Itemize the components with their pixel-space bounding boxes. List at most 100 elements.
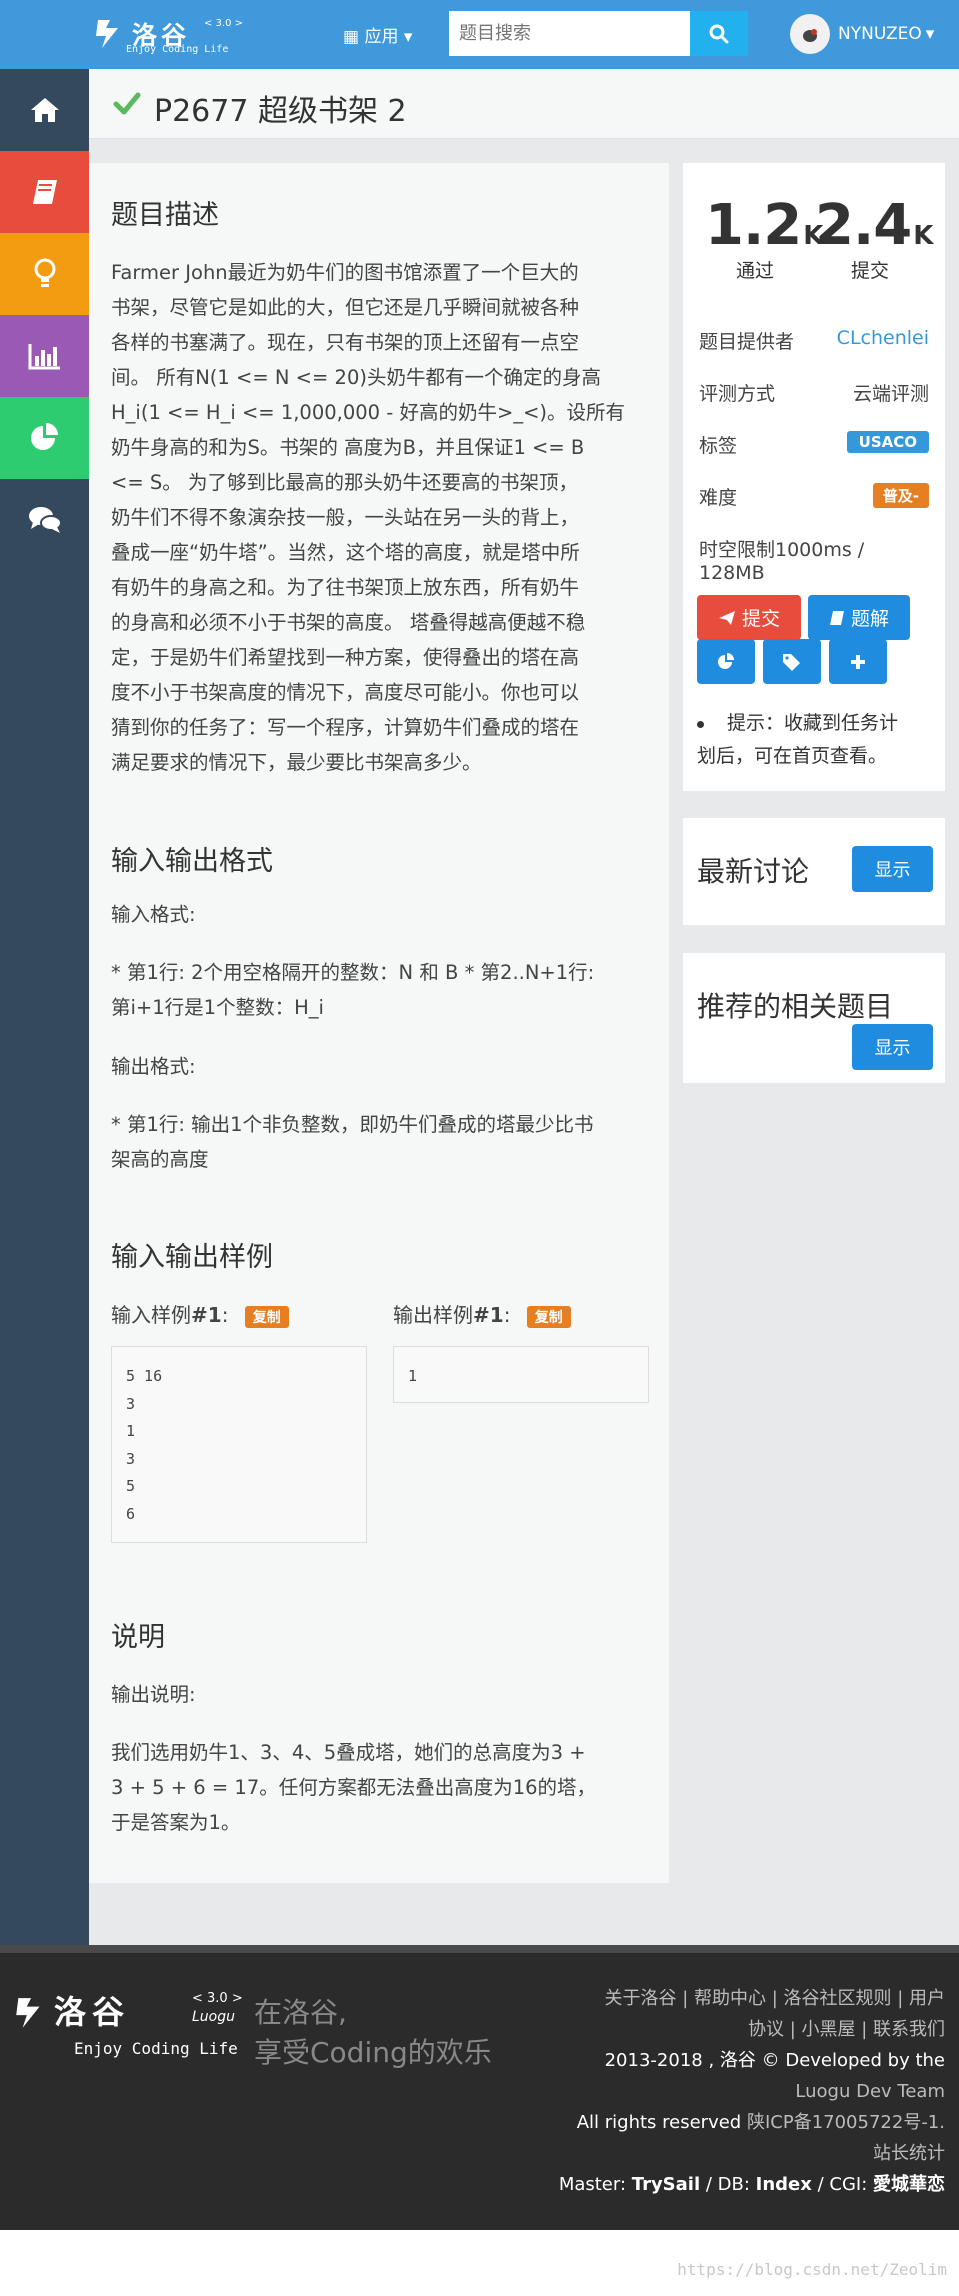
footer-links-line[interactable]: 协议 | 小黑屋 | 联系我们	[559, 2014, 945, 2045]
difficulty-badge[interactable]: 普及-	[872, 483, 929, 508]
caret-down-icon: ▾	[403, 27, 413, 47]
avatar	[790, 14, 830, 54]
output-sample-box[interactable]: 1	[393, 1346, 649, 1403]
description-line: 叠成一座“奶牛塔”。当然，这个塔的高度，就是塔中所	[111, 541, 580, 564]
samples-heading: 输入输出样例	[111, 1242, 273, 1273]
master-name: TrySail	[631, 2174, 701, 2195]
paper-plane-icon	[718, 610, 735, 625]
description-text: Farmer John最近为奶牛们的图书馆添置了一个巨大的 书架，尽管它是如此的…	[111, 255, 651, 780]
bullet-icon	[697, 721, 704, 728]
bar-chart-icon	[28, 344, 60, 370]
icp-link[interactable]: 陕ICP备17005722号-1.	[747, 2112, 945, 2133]
description-line: 各样的书塞满了。现在，只有书架的顶上还留有一点空	[111, 331, 580, 354]
description-line: Farmer John最近为奶牛们的图书馆添置了一个巨大的	[111, 261, 579, 284]
logo-version: < 3.0 >	[204, 18, 244, 29]
passed-count: 1.2	[705, 193, 802, 258]
sidebar-item-home[interactable]	[0, 69, 89, 151]
judge-value: 云端评测	[852, 383, 929, 405]
master-prefix: Master:	[558, 2174, 632, 2195]
book-icon	[829, 610, 844, 625]
search-icon	[709, 24, 729, 43]
home-icon	[30, 98, 59, 122]
explanation-line: 3 + 5 + 6 = 17。任何方案都无法叠出高度为16的塔，	[111, 1776, 597, 1799]
search-input[interactable]	[449, 11, 690, 56]
book-icon	[32, 180, 57, 204]
app-menu-label: 应用	[364, 27, 399, 47]
submitted-stat: 2.4K 提交	[815, 193, 933, 283]
description-line: 度不小于书架高度的情况下，高度尽可能小。你也可以	[111, 681, 580, 704]
output-format-line: 架高的高度	[111, 1148, 209, 1171]
related-show-button[interactable]: 显示	[852, 1024, 933, 1070]
cubes-icon: ▦	[343, 27, 360, 47]
copy-output-button[interactable]: 复制	[526, 1305, 571, 1328]
app-menu-dropdown[interactable]: ▦ 应用 ▾	[343, 22, 412, 47]
limit-text: 时空限制1000ms / 128MB	[699, 539, 865, 584]
caret-down-icon: ▾	[925, 24, 935, 44]
io-format-heading: 输入输出格式	[111, 846, 273, 877]
sidebar-item-ideas[interactable]	[0, 233, 89, 315]
submitted-count: 2.4	[815, 193, 912, 258]
description-line: 定，于是奶牛们希望找到一种方案，使得叠出的塔在高	[111, 646, 580, 669]
submitted-label: 提交	[850, 260, 889, 282]
explanation-text: 我们选用奶牛1、3、4、5叠成塔，她们的总高度为3 + 3 + 5 + 6 = …	[111, 1735, 651, 1840]
explanation-heading: 说明	[111, 1622, 165, 1653]
output-format-text: * 第1行: 输出1个非负整数，即奶牛们叠成的塔最少比书 架高的高度	[111, 1107, 651, 1177]
pie-chart-icon	[30, 423, 58, 450]
passed-label: 通过	[735, 260, 774, 282]
discussion-title: 最新讨论	[697, 855, 810, 888]
logo-mark-icon	[96, 20, 118, 48]
judge-row: 评测方式 云端评测	[699, 379, 929, 406]
provider-row: 题目提供者 CLchenlei	[699, 327, 929, 354]
passed-stat: 1.2K 通过	[705, 193, 823, 283]
tip-text: 提示：收藏到任务计 划后，可在首页查看。	[697, 707, 937, 773]
check-icon	[113, 92, 141, 115]
stats-button[interactable]	[697, 639, 755, 684]
logo-tagline: Enjoy Coding Life	[126, 44, 229, 55]
submitted-unit: K	[913, 221, 933, 251]
sidebar-item-records[interactable]	[0, 397, 89, 479]
luogu-logo[interactable]: 洛谷 < 3.0 > Enjoy Coding Life	[92, 10, 252, 60]
pie-chart-icon	[718, 652, 734, 669]
cgi-prefix: / CGI:	[811, 2174, 873, 2195]
discussion-show-button[interactable]: 显示	[852, 846, 933, 892]
rights-line: All rights reserved 陕ICP备17005722号-1.	[559, 2107, 945, 2138]
discussion-card: 最新讨论 显示	[683, 818, 945, 925]
input-sample-label: 输入样例#1: 复制	[111, 1299, 289, 1328]
search-button[interactable]	[690, 11, 748, 56]
add-to-list-button[interactable]	[829, 639, 887, 684]
copyright-line: 2013-2018 , 洛谷 © Developed by the	[604, 2050, 945, 2071]
tip-line: 提示：收藏到任务计	[727, 712, 899, 734]
solution-label: 题解	[850, 608, 889, 630]
footer-logo-tagline: Enjoy Coding Life	[74, 2039, 238, 2058]
server-info: Master: TrySail / DB: Index / CGI: 愛城華恋	[559, 2169, 945, 2200]
description-line: H_i(1 <= H_i <= 1,000,000 - 好高的奶牛>_<)。设所…	[111, 401, 626, 424]
solution-button[interactable]: 题解	[808, 595, 910, 640]
dev-team-link[interactable]: Luogu Dev Team	[559, 2076, 945, 2107]
input-sample-box[interactable]: 5 16 3 1 3 5 6	[111, 1346, 367, 1543]
footer-links-line[interactable]: 关于洛谷 | 帮助中心 | 洛谷社区规则 | 用户	[559, 1983, 945, 2014]
copy-input-button[interactable]: 复制	[244, 1305, 289, 1328]
sidebar	[0, 69, 89, 1945]
problem-content-card: 题目描述 Farmer John最近为奶牛们的图书馆添置了一个巨大的 书架，尽管…	[89, 163, 669, 1883]
output-format-label: 输出格式:	[111, 1055, 196, 1078]
page-title: P2677 超级书架 2	[154, 94, 407, 129]
cgi-name: 愛城華恋	[873, 2174, 945, 2195]
provider-link[interactable]: CLchenlei	[837, 327, 929, 349]
user-menu[interactable]: NYNUZEO ▾	[790, 14, 934, 54]
stats-link[interactable]: 站长统计	[559, 2138, 945, 2169]
submit-button[interactable]: 提交	[697, 595, 801, 640]
input-format-label: 输入格式:	[111, 903, 196, 926]
related-title: 推荐的相关题目	[697, 990, 894, 1023]
submit-label: 提交	[741, 608, 780, 630]
tag-badge[interactable]: USACO	[846, 431, 929, 453]
judge-label: 评测方式	[699, 383, 776, 405]
description-line: 满足要求的情况下，最少要比书架高多少。	[111, 751, 482, 774]
footer-logo-luogu: Luogu	[192, 2009, 235, 2025]
sidebar-item-ranking[interactable]	[0, 315, 89, 397]
sidebar-item-discuss[interactable]	[0, 479, 89, 561]
output-sample-label-text: 输出样例	[393, 1303, 473, 1327]
tags-icon	[783, 653, 800, 671]
tags-button[interactable]	[763, 639, 821, 684]
sidebar-item-problems[interactable]	[0, 151, 89, 233]
footer: 洛谷 < 3.0 > Luogu Enjoy Coding Life 在洛谷, …	[0, 1945, 959, 2230]
